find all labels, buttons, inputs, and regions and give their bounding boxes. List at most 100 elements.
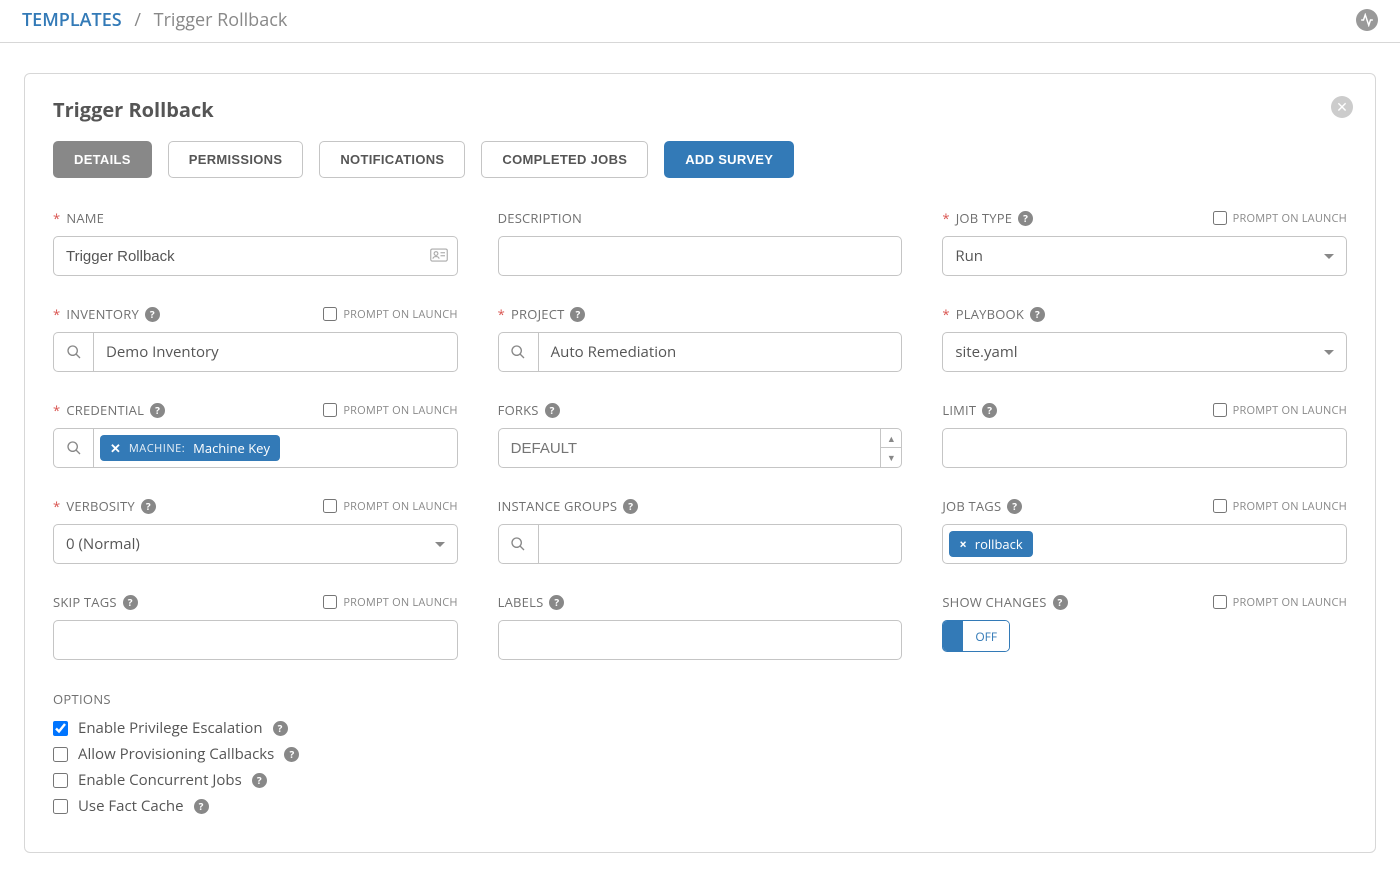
label-name: NAME (66, 209, 104, 227)
chip-type: MACHINE: (129, 441, 185, 456)
prompt-label: PROMPT ON LAUNCH (343, 499, 457, 514)
template-panel: ✕ Trigger Rollback DETAILS PERMISSIONS N… (24, 73, 1376, 853)
verbosity-select[interactable]: 0 (Normal) (53, 524, 458, 564)
label-job-tags: JOB TAGS (942, 497, 1001, 515)
help-icon[interactable]: ? (623, 499, 638, 514)
help-icon[interactable]: ? (141, 499, 156, 514)
chip-remove-icon[interactable]: × (959, 535, 966, 553)
prompt-label: PROMPT ON LAUNCH (1233, 499, 1347, 514)
field-verbosity: *VERBOSITY? PROMPT ON LAUNCH 0 (Normal) (53, 496, 458, 564)
help-icon[interactable]: ? (982, 403, 997, 418)
prompt-job-tags-checkbox[interactable] (1213, 499, 1227, 513)
option-fact-cache[interactable]: Use Fact Cache ? (53, 796, 1347, 816)
caret-down-icon (435, 542, 445, 547)
job-tags-field[interactable]: × rollback (942, 524, 1347, 564)
option-concurrent-checkbox[interactable] (53, 773, 68, 788)
breadcrumb-root-link[interactable]: TEMPLATES (22, 8, 122, 32)
caret-down-icon (1324, 350, 1334, 355)
option-label: Use Fact Cache (78, 796, 184, 816)
prompt-job-type-checkbox[interactable] (1213, 211, 1227, 225)
field-limit: LIMIT? PROMPT ON LAUNCH (942, 400, 1347, 468)
prompt-show-changes-checkbox[interactable] (1213, 595, 1227, 609)
help-icon[interactable]: ? (252, 773, 267, 788)
help-icon[interactable]: ? (273, 721, 288, 736)
help-icon[interactable]: ? (123, 595, 138, 610)
option-privilege-escalation[interactable]: Enable Privilege Escalation ? (53, 718, 1347, 738)
instance-groups-search-button[interactable] (498, 524, 538, 564)
instance-groups-field[interactable] (538, 524, 903, 564)
option-privilege-checkbox[interactable] (53, 721, 68, 736)
inventory-search-button[interactable] (53, 332, 93, 372)
tab-details[interactable]: DETAILS (53, 141, 152, 178)
skip-tags-field[interactable] (53, 620, 458, 660)
prompt-credential-checkbox[interactable] (323, 403, 337, 417)
option-label: Allow Provisioning Callbacks (78, 744, 274, 764)
tab-completed-jobs[interactable]: COMPLETED JOBS (481, 141, 648, 178)
help-icon[interactable]: ? (1030, 307, 1045, 322)
forks-input[interactable] (498, 428, 881, 468)
field-project: *PROJECT? Auto Remediation (498, 304, 903, 372)
help-icon[interactable]: ? (284, 747, 299, 762)
name-input[interactable] (53, 236, 458, 276)
label-show-changes: SHOW CHANGES (942, 593, 1046, 611)
limit-input[interactable] (942, 428, 1347, 468)
credential-chip[interactable]: ✕ MACHINE: Machine Key (100, 435, 280, 461)
job-type-select[interactable]: Run (942, 236, 1347, 276)
prompt-label: PROMPT ON LAUNCH (343, 595, 457, 610)
label-verbosity: VERBOSITY (66, 497, 135, 515)
field-playbook: *PLAYBOOK? site.yaml (942, 304, 1347, 372)
field-labels: LABELS? (498, 592, 903, 660)
topbar: TEMPLATES / Trigger Rollback (0, 0, 1400, 43)
project-field[interactable]: Auto Remediation (538, 332, 903, 372)
option-label: Enable Privilege Escalation (78, 718, 263, 738)
field-description: DESCRIPTION (498, 208, 903, 276)
option-callbacks-checkbox[interactable] (53, 747, 68, 762)
help-icon[interactable]: ? (194, 799, 209, 814)
help-icon[interactable]: ? (549, 595, 564, 610)
activity-stream-icon[interactable] (1356, 9, 1378, 31)
breadcrumb-current: Trigger Rollback (154, 8, 288, 32)
label-job-type: JOB TYPE (956, 209, 1012, 227)
chip-remove-icon[interactable]: ✕ (110, 439, 121, 457)
prompt-skip-tags-checkbox[interactable] (323, 595, 337, 609)
description-input[interactable] (498, 236, 903, 276)
project-search-button[interactable] (498, 332, 538, 372)
playbook-select[interactable]: site.yaml (942, 332, 1347, 372)
help-icon[interactable]: ? (1053, 595, 1068, 610)
page-title: Trigger Rollback (53, 96, 1347, 123)
help-icon[interactable]: ? (1018, 211, 1033, 226)
help-icon[interactable]: ? (545, 403, 560, 418)
label-labels: LABELS (498, 593, 544, 611)
prompt-limit-checkbox[interactable] (1213, 403, 1227, 417)
help-icon[interactable]: ? (570, 307, 585, 322)
tab-permissions[interactable]: PERMISSIONS (168, 141, 304, 178)
label-instance-groups: INSTANCE GROUPS (498, 497, 618, 515)
labels-field[interactable] (498, 620, 903, 660)
tab-notifications[interactable]: NOTIFICATIONS (319, 141, 465, 178)
help-icon[interactable]: ? (145, 307, 160, 322)
job-tag-chip[interactable]: × rollback (949, 531, 1032, 557)
label-description: DESCRIPTION (498, 209, 582, 227)
forks-down-button[interactable]: ▼ (881, 448, 901, 467)
prompt-label: PROMPT ON LAUNCH (343, 307, 457, 322)
option-provisioning-callbacks[interactable]: Allow Provisioning Callbacks ? (53, 744, 1347, 764)
option-fact-cache-checkbox[interactable] (53, 799, 68, 814)
help-icon[interactable]: ? (1007, 499, 1022, 514)
help-icon[interactable]: ? (150, 403, 165, 418)
show-changes-toggle[interactable]: OFF (942, 620, 1010, 652)
close-icon[interactable]: ✕ (1331, 96, 1353, 118)
id-card-icon[interactable] (430, 245, 448, 267)
label-project: PROJECT (511, 305, 564, 323)
breadcrumb: TEMPLATES / Trigger Rollback (22, 8, 287, 32)
inventory-field[interactable]: Demo Inventory (93, 332, 458, 372)
option-concurrent-jobs[interactable]: Enable Concurrent Jobs ? (53, 770, 1347, 790)
prompt-verbosity-checkbox[interactable] (323, 499, 337, 513)
credential-search-button[interactable] (53, 428, 93, 468)
forks-up-button[interactable]: ▲ (881, 429, 901, 448)
tab-add-survey[interactable]: ADD SURVEY (664, 141, 794, 178)
field-credential: *CREDENTIAL? PROMPT ON LAUNCH ✕ MACHINE:… (53, 400, 458, 468)
options-section: OPTIONS Enable Privilege Escalation ? Al… (53, 690, 1347, 816)
prompt-inventory-checkbox[interactable] (323, 307, 337, 321)
credential-field[interactable]: ✕ MACHINE: Machine Key (93, 428, 458, 468)
tabs: DETAILS PERMISSIONS NOTIFICATIONS COMPLE… (53, 141, 1347, 178)
